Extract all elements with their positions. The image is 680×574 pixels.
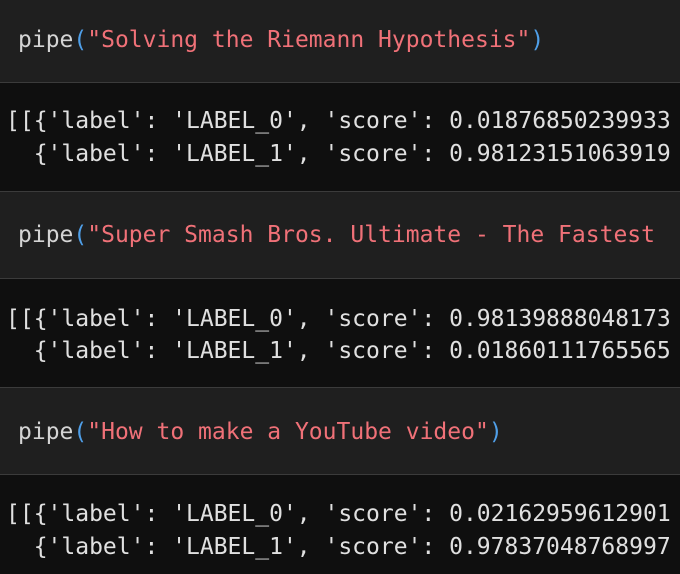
output-line-1: [[{'label': 'LABEL_0', 'score': 0.021629… (6, 501, 671, 527)
output-line-2: {'label': 'LABEL_1', 'score': 0.98123151… (6, 141, 671, 167)
string-argument: "Solving the Riemann Hypothesis" (87, 27, 531, 53)
output-cell-2: [[{'label': 'LABEL_0', 'score': 0.981398… (0, 279, 680, 388)
output-line-1: [[{'label': 'LABEL_0', 'score': 0.981398… (6, 306, 671, 332)
function-name: pipe (18, 27, 74, 53)
close-paren: ) (530, 27, 545, 53)
notebook: pipe("Solving the Riemann Hypothesis") [… (0, 0, 680, 574)
function-name: pipe (18, 419, 74, 445)
code-line: pipe("Super Smash Bros. Ultimate - The F… (18, 219, 655, 251)
output-cell-3: [[{'label': 'LABEL_0', 'score': 0.021629… (0, 475, 680, 574)
open-paren: ( (73, 27, 88, 53)
code-line: pipe("Solving the Riemann Hypothesis") (18, 24, 544, 56)
close-paren: ) (488, 419, 503, 445)
code-cell-1[interactable]: pipe("Solving the Riemann Hypothesis") (0, 0, 680, 83)
function-name: pipe (18, 222, 74, 248)
code-cell-3[interactable]: pipe("How to make a YouTube video") (0, 388, 680, 475)
string-argument: "Super Smash Bros. Ultimate - The Fastes… (87, 222, 655, 248)
output-line-2: {'label': 'LABEL_1', 'score': 0.01860111… (6, 338, 671, 364)
output-cell-1: [[{'label': 'LABEL_0', 'score': 0.018768… (0, 83, 680, 192)
output-line-2: {'label': 'LABEL_1', 'score': 0.97837048… (6, 534, 671, 560)
code-cell-2[interactable]: pipe("Super Smash Bros. Ultimate - The F… (0, 192, 680, 279)
open-paren: ( (73, 222, 88, 248)
string-argument: "How to make a YouTube video" (87, 419, 489, 445)
code-line: pipe("How to make a YouTube video") (18, 416, 503, 448)
open-paren: ( (73, 419, 88, 445)
output-line-1: [[{'label': 'LABEL_0', 'score': 0.018768… (6, 108, 671, 134)
